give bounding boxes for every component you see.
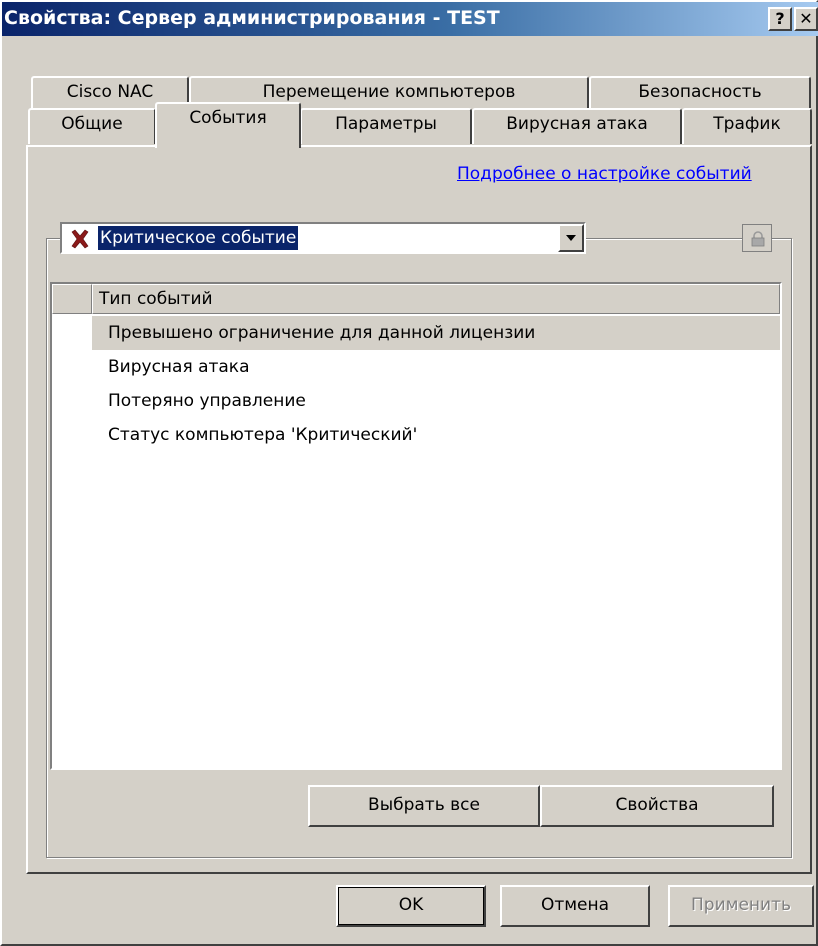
help-button[interactable]: ? — [768, 7, 792, 31]
list-item[interactable]: Потеряно управление — [52, 384, 780, 418]
properties-button[interactable]: Свойства — [540, 785, 774, 827]
list-header: Тип событий — [52, 284, 780, 314]
lock-icon — [751, 231, 765, 247]
column-header-status[interactable] — [52, 284, 92, 314]
title-bar[interactable]: Свойства: Сервер администрирования - TES… — [2, 2, 818, 36]
event-types-list[interactable]: Тип событий Превышено ограничение для да… — [50, 282, 782, 770]
lock-button[interactable] — [742, 224, 772, 252]
column-header-event-type[interactable]: Тип событий — [92, 284, 780, 314]
list-item[interactable]: Превышено ограничение для данной лицензи… — [52, 316, 780, 350]
list-item[interactable]: Вирусная атака — [52, 350, 780, 384]
tab-parameters[interactable]: Параметры — [300, 108, 472, 144]
events-help-link[interactable]: Подробнее о настройке событий — [457, 164, 752, 184]
close-button[interactable]: ✕ — [794, 7, 818, 31]
severity-select-value: Критическое событие — [98, 226, 299, 250]
tab-security[interactable]: Безопасность — [589, 76, 811, 108]
chevron-down-icon[interactable] — [558, 224, 584, 252]
apply-button: Применить — [668, 885, 814, 927]
list-item[interactable]: Статус компьютера 'Критический' — [52, 418, 780, 452]
tab-general[interactable]: Общие — [28, 108, 156, 144]
list-item-label: Статус компьютера 'Критический' — [108, 425, 418, 445]
list-item-label: Потеряно управление — [108, 391, 306, 411]
tab-virus-attack[interactable]: Вирусная атака — [472, 108, 682, 144]
ok-button[interactable]: OK — [336, 885, 486, 927]
properties-dialog: Свойства: Сервер администрирования - TES… — [0, 0, 818, 946]
window-title: Свойства: Сервер администрирования - TES… — [4, 7, 500, 29]
severity-select[interactable]: Критическое событие — [60, 222, 586, 254]
select-all-button[interactable]: Выбрать все — [308, 785, 540, 827]
list-item-label: Превышено ограничение для данной лицензи… — [108, 323, 536, 343]
tab-events[interactable]: События — [155, 102, 301, 148]
red-x-icon — [71, 229, 89, 249]
cancel-button[interactable]: Отмена — [500, 885, 650, 927]
tab-traffic[interactable]: Трафик — [682, 108, 812, 144]
list-item-label: Вирусная атака — [108, 357, 250, 377]
